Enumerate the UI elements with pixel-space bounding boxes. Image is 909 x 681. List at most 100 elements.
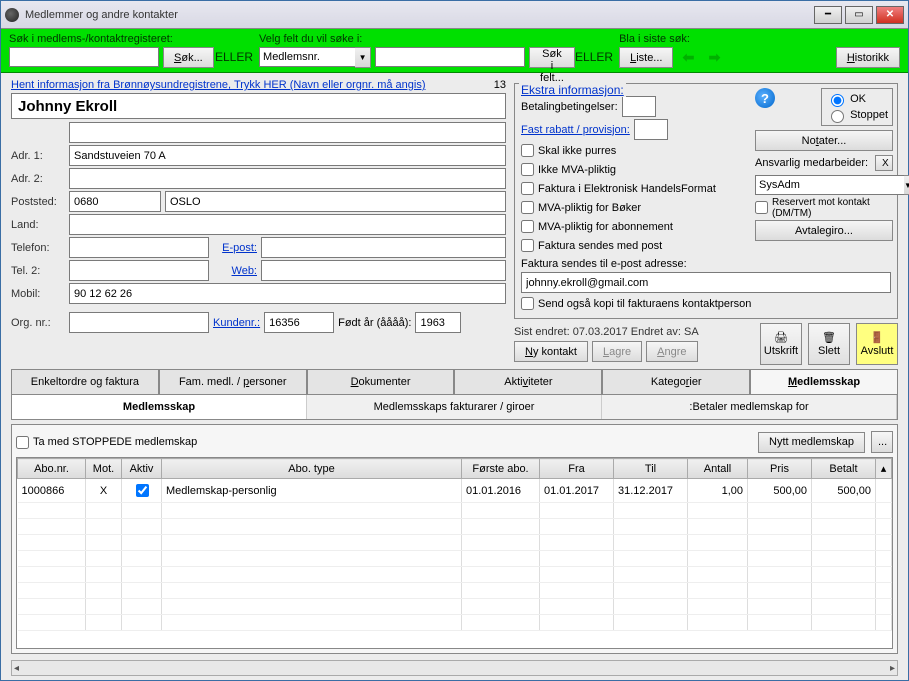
subtab-betaler[interactable]: :Betaler medlemskap for — [602, 395, 897, 419]
radio-stoppet[interactable] — [831, 110, 844, 123]
rabatt-link[interactable]: Fast rabatt / provisjon: — [521, 124, 630, 136]
history-button[interactable]: Historikk — [836, 47, 900, 68]
orgnr-input[interactable] — [69, 312, 209, 333]
slett-button[interactable]: 🗑Slett — [808, 323, 850, 365]
chk-boker[interactable] — [521, 201, 534, 214]
minimize-button[interactable]: ━ — [814, 6, 842, 24]
avslutt-button[interactable]: 🚪Avslutt — [856, 323, 898, 365]
tab-enkeltordre[interactable]: Enkeltordre og faktura — [11, 369, 159, 394]
chevron-down-icon[interactable]: ▼ — [355, 47, 371, 68]
tab-medlemsskap[interactable]: Medlemsskap — [750, 369, 898, 394]
chk-ehf[interactable] — [521, 182, 534, 195]
app-icon — [5, 8, 19, 22]
col-abonr[interactable]: Abo.nr. — [18, 459, 86, 479]
col-aktiv[interactable]: Aktiv — [122, 459, 162, 479]
betaling-input[interactable] — [622, 96, 656, 117]
notater-button[interactable]: Notater... — [755, 130, 893, 151]
search-button[interactable]: Søk... — [163, 47, 214, 68]
faktura-epost-input[interactable] — [521, 272, 891, 293]
chk-reservert[interactable] — [755, 201, 768, 214]
fodt-label: Født år (åååå): — [338, 317, 411, 329]
window-title: Medlemmer og andre kontakter — [25, 9, 814, 21]
tab-kategorier[interactable]: Kategorier — [602, 369, 750, 394]
help-icon[interactable]: ? — [755, 88, 775, 108]
tab-dokumenter[interactable]: Dokumenter — [307, 369, 455, 394]
printer-icon: 🖨 — [774, 331, 788, 344]
chk-abo[interactable] — [521, 220, 534, 233]
utskrift-button[interactable]: 🖨Utskrift — [760, 323, 802, 365]
adr2-input[interactable] — [69, 168, 506, 189]
search-in-field-button[interactable]: Søk i felt... — [529, 47, 575, 68]
subtab-medlemsskap[interactable]: Medlemsskap — [12, 395, 307, 419]
chevron-down-icon[interactable]: ▼ — [904, 175, 909, 195]
tab-aktiviteter[interactable]: Aktiviteter — [454, 369, 602, 394]
or-label-2: ELLER — [575, 50, 613, 68]
col-abotype[interactable]: Abo. type — [162, 459, 462, 479]
epost-link[interactable]: E-post: — [213, 242, 257, 254]
chk-stoppede[interactable] — [16, 436, 29, 449]
membership-grid[interactable]: Abo.nr. Mot. Aktiv Abo. type Første abo.… — [16, 457, 893, 649]
tab-fam-medl[interactable]: Fam. medl. / personer — [159, 369, 307, 394]
rabatt-input[interactable] — [634, 119, 668, 140]
angre-button[interactable]: Angre — [646, 341, 697, 362]
col-fra[interactable]: Fra — [540, 459, 614, 479]
h-scrollbar[interactable]: ◂▸ — [11, 660, 898, 676]
col-til[interactable]: Til — [614, 459, 688, 479]
mobil-input[interactable] — [69, 283, 506, 304]
search-field-select[interactable] — [259, 47, 355, 67]
adr1-input[interactable] — [69, 145, 506, 166]
aktiv-checkbox[interactable] — [136, 484, 149, 497]
ny-kontakt-button[interactable]: Ny kontakt — [514, 341, 588, 362]
scroll-right-icon: ▸ — [890, 663, 895, 674]
tel2-label: Tel. 2: — [11, 265, 65, 277]
main-tabs: Enkeltordre og faktura Fam. medl. / pers… — [11, 369, 898, 395]
web-input[interactable] — [261, 260, 506, 281]
telefon-label: Telefon: — [11, 242, 65, 254]
adr1-label: Adr. 1: — [11, 150, 65, 162]
search-field-value-input[interactable] — [375, 47, 525, 67]
land-input[interactable] — [69, 214, 506, 235]
ansvarlig-clear-button[interactable]: X — [875, 155, 893, 171]
avtalegiro-button[interactable]: Avtalegiro... — [755, 220, 893, 241]
col-mot[interactable]: Mot. — [86, 459, 122, 479]
city-input[interactable] — [165, 191, 506, 212]
next-arrow-icon[interactable]: ➡ — [703, 48, 725, 68]
lagre-button[interactable]: Lagre — [592, 341, 642, 362]
chk-mva[interactable] — [521, 163, 534, 176]
browse-last-label: Bla i siste søk: — [619, 33, 900, 45]
titlebar: Medlemmer og andre kontakter ━ ▭ ✕ — [1, 1, 908, 29]
fodt-input[interactable] — [415, 312, 461, 333]
subtab-fakturarer[interactable]: Medlemsskaps fakturarer / giroer — [307, 395, 602, 419]
chk-purres[interactable] — [521, 144, 534, 157]
col-pris[interactable]: Pris — [748, 459, 812, 479]
radio-ok[interactable] — [831, 94, 844, 107]
extra-name-input[interactable] — [69, 122, 506, 143]
list-button[interactable]: Liste... — [619, 47, 673, 68]
ansvarlig-select[interactable] — [755, 175, 904, 195]
maximize-button[interactable]: ▭ — [845, 6, 873, 24]
prev-arrow-icon[interactable]: ⬅ — [677, 48, 699, 68]
sist-endret-label: Sist endret: 07.03.2017 Endret av: SA — [514, 326, 754, 338]
telefon-input[interactable] — [69, 237, 209, 258]
col-antall[interactable]: Antall — [688, 459, 748, 479]
faktura-epost-label: Faktura sendes til e-post adresse: — [521, 258, 891, 270]
epost-input[interactable] — [261, 237, 506, 258]
search-reg-input[interactable] — [9, 47, 159, 67]
table-row[interactable]: 1000866 X Medlemskap-personlig 01.01.201… — [18, 479, 892, 503]
kundenr-link[interactable]: Kundenr.: — [213, 317, 260, 329]
tel2-input[interactable] — [69, 260, 209, 281]
scroll-up-icon[interactable]: ▴ — [876, 459, 892, 479]
kundenr-input[interactable] — [264, 312, 334, 333]
col-betalt[interactable]: Betalt — [812, 459, 876, 479]
web-link[interactable]: Web: — [213, 265, 257, 277]
more-button[interactable]: ... — [871, 431, 893, 453]
col-forste[interactable]: Første abo. — [462, 459, 540, 479]
chk-kopi[interactable] — [521, 297, 534, 310]
extra-info-header: Ekstra informasjon: — [519, 83, 626, 97]
chk-post[interactable] — [521, 239, 534, 252]
nytt-medlemskap-button[interactable]: Nytt medlemskap — [758, 432, 865, 453]
orgnr-label: Org. nr.: — [11, 317, 65, 329]
bregg-link[interactable]: Hent informasjon fra Brønnøysundregistre… — [11, 79, 426, 91]
postcode-input[interactable] — [69, 191, 161, 212]
close-button[interactable]: ✕ — [876, 6, 904, 24]
